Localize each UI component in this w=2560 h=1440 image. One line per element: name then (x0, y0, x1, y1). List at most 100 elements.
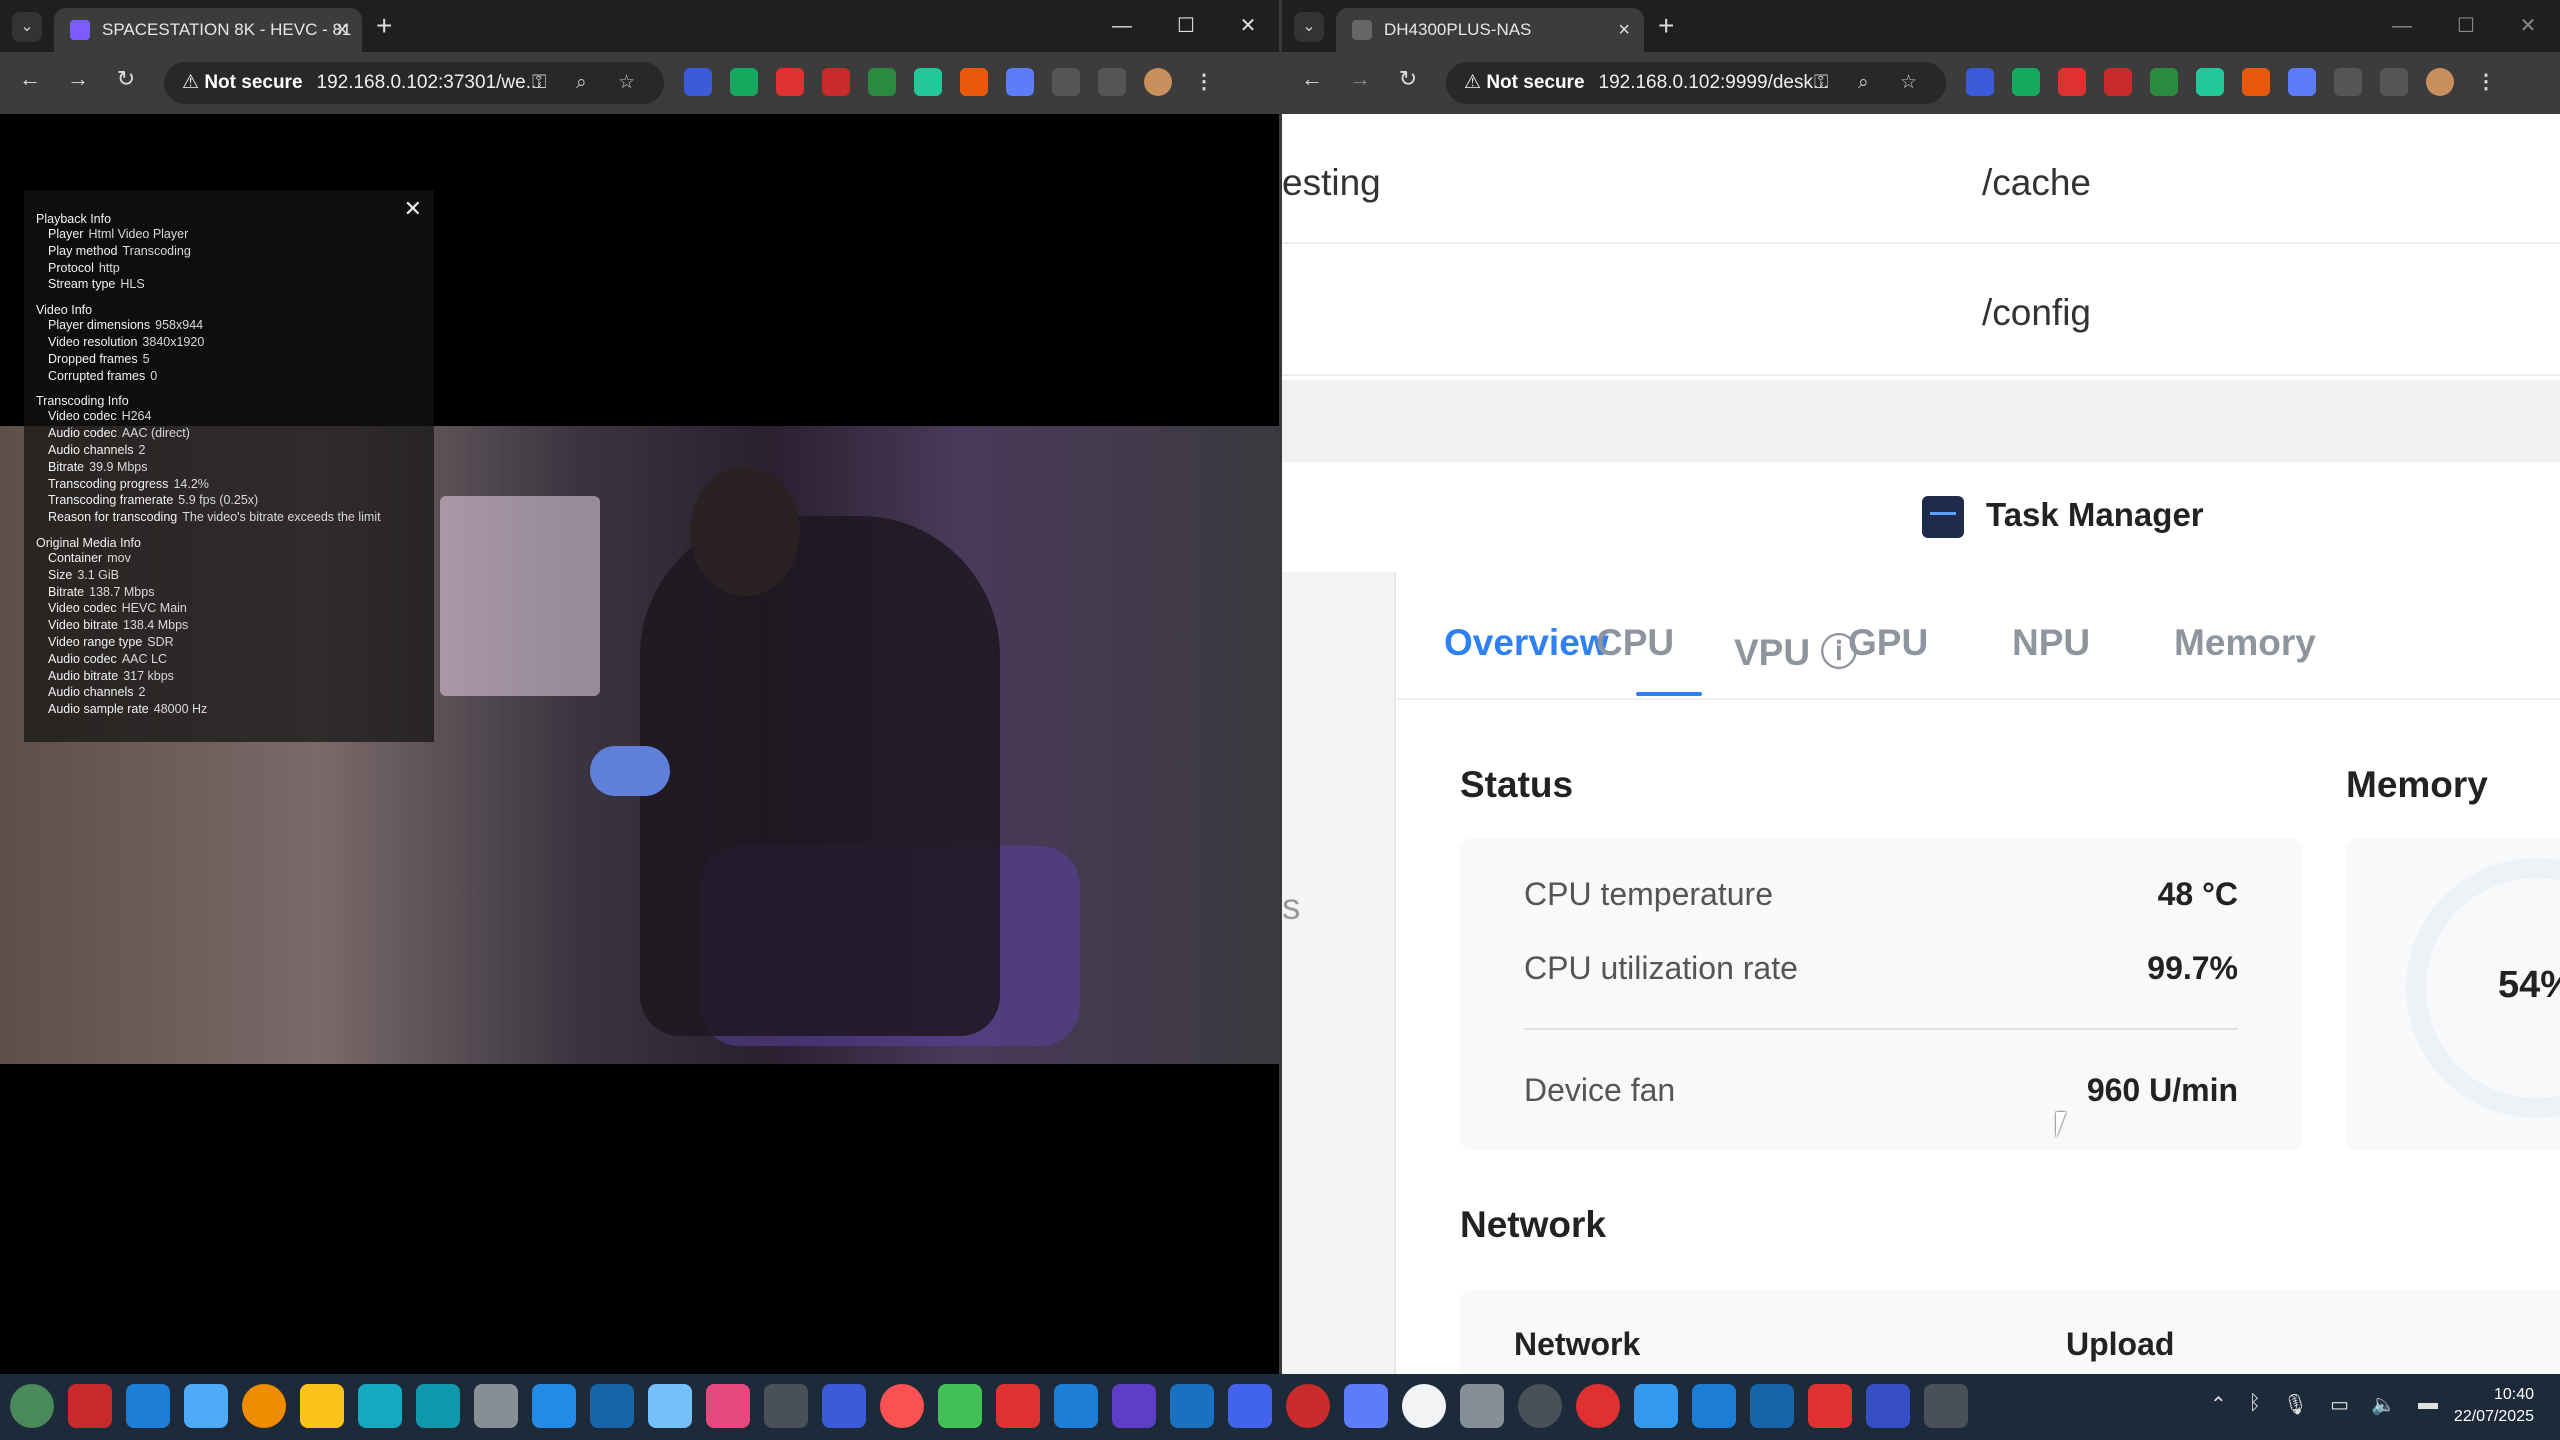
tab-overview[interactable]: Overview (1444, 622, 1609, 664)
maximize-button[interactable]: ☐ (1156, 8, 1216, 44)
app-icon[interactable] (822, 1384, 866, 1428)
download-icon[interactable] (868, 68, 896, 96)
extension-icon[interactable] (1966, 68, 1994, 96)
app-icon[interactable] (1112, 1384, 1156, 1428)
calculator-icon[interactable] (1692, 1384, 1736, 1428)
app-icon[interactable] (764, 1384, 808, 1428)
tab-npu[interactable]: NPU (2012, 622, 2090, 664)
app-icon[interactable] (1170, 1384, 1214, 1428)
app-icon[interactable] (590, 1384, 634, 1428)
grammarly-icon[interactable] (2012, 68, 2040, 96)
display-icon[interactable]: ▭ (2330, 1392, 2349, 1417)
app-icon[interactable] (1750, 1384, 1794, 1428)
clock-app-icon[interactable] (1402, 1384, 1446, 1428)
app-icon[interactable] (1924, 1384, 1968, 1428)
adblock-icon[interactable] (2104, 68, 2132, 96)
avatar[interactable] (1144, 68, 1172, 96)
app-icon[interactable] (1634, 1384, 1678, 1428)
chevron-up-icon[interactable]: ⌃ (2210, 1392, 2227, 1417)
start-icon[interactable] (10, 1384, 54, 1428)
app-icon[interactable] (126, 1384, 170, 1428)
star-icon[interactable]: ☆ (1900, 62, 1917, 104)
list-item[interactable]: esting /cache (1282, 114, 2560, 244)
tab-search-button[interactable]: ⌄ (12, 12, 42, 42)
extension-icon[interactable] (960, 68, 988, 96)
media-icon[interactable] (1098, 68, 1126, 96)
close-tab-icon[interactable]: × (336, 8, 348, 52)
app-icon[interactable] (1518, 1384, 1562, 1428)
new-tab-button[interactable]: + (1658, 10, 1674, 42)
minimize-button[interactable]: — (1092, 8, 1152, 44)
tab-video[interactable]: SPACESTATION 8K - HEVC - 81 × (54, 8, 362, 52)
maximize-button[interactable]: ☐ (2436, 8, 2496, 44)
app-icon[interactable] (880, 1384, 924, 1428)
media-icon[interactable] (2380, 68, 2408, 96)
extension-icon[interactable] (2196, 68, 2224, 96)
grammarly-icon[interactable] (730, 68, 758, 96)
app-icon[interactable] (938, 1384, 982, 1428)
close-window-button[interactable]: ✕ (1218, 8, 1278, 44)
extension-icon[interactable] (684, 68, 712, 96)
star-icon[interactable]: ☆ (618, 62, 635, 104)
menu-icon[interactable]: ⋮ (2472, 68, 2500, 96)
app-icon[interactable] (68, 1384, 112, 1428)
app-icon[interactable] (184, 1384, 228, 1428)
tab-gpu[interactable]: GPU (1848, 622, 1928, 664)
zoom-icon[interactable]: ⌕ (1858, 62, 1869, 104)
extension-icon[interactable] (2242, 68, 2270, 96)
search-icon[interactable] (358, 1384, 402, 1428)
clock[interactable]: 10:40 22/07/2025 (2454, 1384, 2534, 1428)
zoom-app-icon[interactable] (1228, 1384, 1272, 1428)
close-window-button[interactable]: ✕ (2498, 8, 2558, 44)
back-icon[interactable]: ← (12, 66, 48, 92)
app-icon[interactable] (1054, 1384, 1098, 1428)
adblock-icon[interactable] (822, 68, 850, 96)
app-icon[interactable] (1344, 1384, 1388, 1428)
avatar[interactable] (2426, 68, 2454, 96)
forward-icon[interactable]: → (1342, 66, 1378, 92)
microphone-icon[interactable]: 🎙 (2283, 1392, 2308, 1417)
download-icon[interactable] (2150, 68, 2178, 96)
close-tab-icon[interactable]: × (1618, 8, 1630, 52)
tab-cpu[interactable]: CPU (1596, 622, 1674, 664)
key-icon[interactable]: ⚿ (532, 62, 546, 104)
extension-icon[interactable] (776, 68, 804, 96)
battery-icon[interactable]: ▬ (2418, 1392, 2438, 1417)
app-icon[interactable] (474, 1384, 518, 1428)
app-icon[interactable] (416, 1384, 460, 1428)
back-icon[interactable]: ← (1294, 66, 1330, 92)
puzzle-icon[interactable] (2334, 68, 2362, 96)
minimize-button[interactable]: — (2372, 8, 2432, 44)
tab-nas[interactable]: DH4300PLUS-NAS × (1336, 8, 1644, 52)
extension-icon[interactable] (914, 68, 942, 96)
folder-icon[interactable] (300, 1384, 344, 1428)
app-icon[interactable] (706, 1384, 750, 1428)
app-icon[interactable] (1808, 1384, 1852, 1428)
puzzle-icon[interactable] (1052, 68, 1080, 96)
address-bar[interactable]: ⚠ Not secure 192.168.0.102:9999/desk... ⚿… (1446, 62, 1946, 104)
reload-icon[interactable]: ↻ (108, 66, 144, 92)
zoom-icon[interactable]: ⌕ (576, 62, 587, 104)
reload-icon[interactable]: ↻ (1390, 66, 1426, 92)
tab-search-button[interactable]: ⌄ (1294, 12, 1324, 42)
tab-memory[interactable]: Memory (2174, 622, 2316, 664)
app-icon[interactable] (996, 1384, 1040, 1428)
opera-icon[interactable] (1576, 1384, 1620, 1428)
extension-icon[interactable] (1006, 68, 1034, 96)
list-item[interactable]: /config (1282, 246, 2560, 376)
menu-icon[interactable]: ⋮ (1190, 68, 1218, 96)
app-icon[interactable] (648, 1384, 692, 1428)
chrome-icon[interactable] (242, 1384, 286, 1428)
app-icon[interactable] (532, 1384, 576, 1428)
new-tab-button[interactable]: + (376, 10, 392, 42)
record-icon[interactable] (1286, 1384, 1330, 1428)
speaker-icon[interactable]: 🔈 (2371, 1392, 2396, 1417)
app-icon[interactable] (1460, 1384, 1504, 1428)
bluetooth-icon[interactable]: ᛒ (2249, 1392, 2261, 1417)
address-bar[interactable]: ⚠ Not secure 192.168.0.102:37301/we... ⚿ … (164, 62, 664, 104)
app-icon[interactable] (1866, 1384, 1910, 1428)
key-icon[interactable]: ⚿ (1814, 62, 1828, 104)
extension-icon[interactable] (2288, 68, 2316, 96)
close-icon[interactable]: ✕ (404, 196, 422, 222)
tab-vpu[interactable]: VPU ⓘ (1734, 622, 1857, 676)
